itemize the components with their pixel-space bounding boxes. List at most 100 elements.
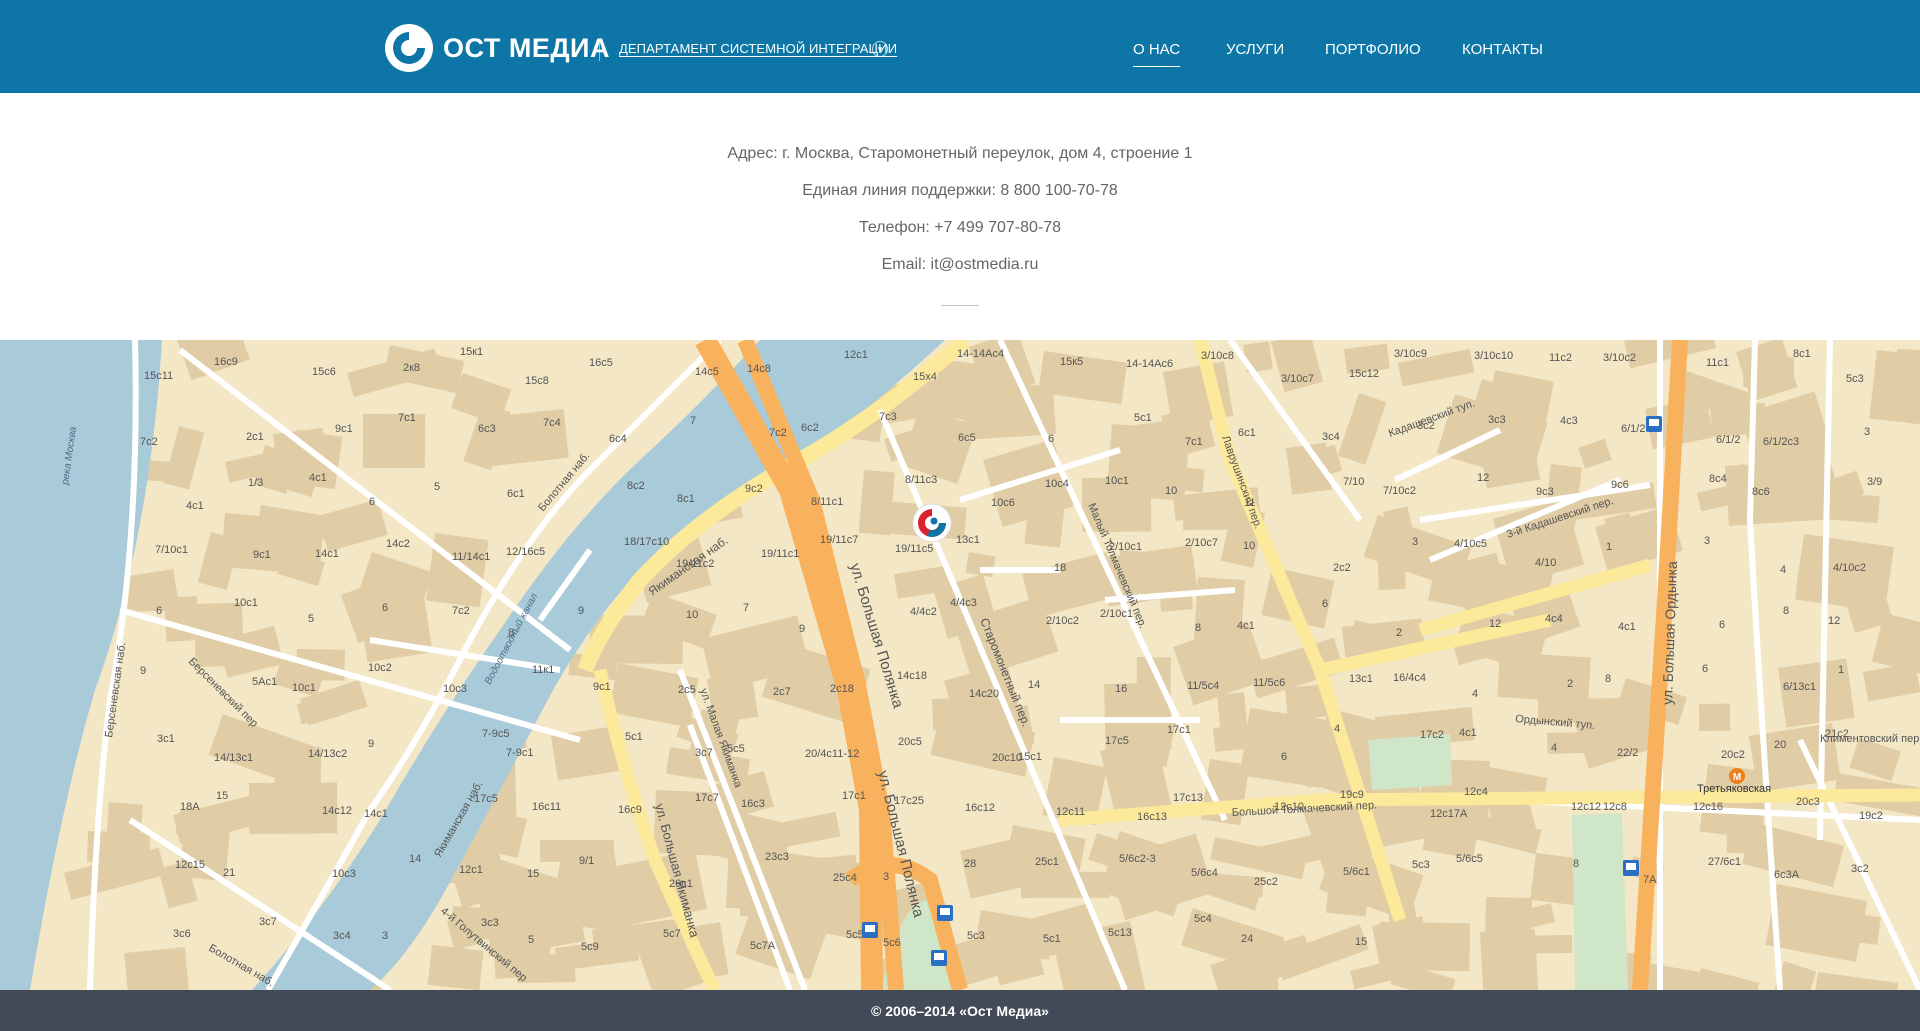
house-number-label: 2/10с2 <box>1046 615 1079 627</box>
house-number-label: 3с2 <box>1851 863 1869 875</box>
house-number-label: 24 <box>1241 933 1253 945</box>
house-number-label: 2с18 <box>830 683 854 695</box>
house-number-label: 8с2 <box>627 480 645 492</box>
house-number-label: 5/6с1 <box>1343 866 1370 878</box>
house-number-label: 17с1 <box>842 790 866 802</box>
house-number-label: 19/11с2 <box>676 558 714 570</box>
building <box>427 945 484 990</box>
house-number-label: 10с1 <box>1105 475 1129 487</box>
house-number-label: 17с25 <box>894 795 924 807</box>
house-number-label: 4/4с3 <box>950 597 977 609</box>
nav-item-services[interactable]: УСЛУГИ <box>1226 41 1284 58</box>
building <box>124 947 191 990</box>
office-location-marker-icon[interactable] <box>912 503 952 543</box>
house-number-label: 3 <box>1864 426 1870 438</box>
nav-item-contacts[interactable]: КОНТАКТЫ <box>1462 41 1543 58</box>
house-number-label: 3с1 <box>157 733 175 745</box>
house-number-label: 5с1 <box>1043 933 1061 945</box>
house-number-label: 5с9 <box>581 941 599 953</box>
house-number-label: 12с11 <box>1056 806 1085 818</box>
house-number-label: 11к1 <box>532 664 554 676</box>
metro-icon[interactable]: M <box>1729 768 1745 784</box>
house-number-label: 16 <box>1115 683 1127 695</box>
chevron-down-icon[interactable]: ▾ <box>872 41 888 57</box>
house-number-label: 4 <box>1334 723 1340 735</box>
house-number-label: 19с9 <box>1340 789 1364 801</box>
house-number-label: 3с7 <box>695 747 713 759</box>
house-number-label: 7-9с5 <box>482 728 510 740</box>
site-footer: © 2006–2014 «Ост Медиа» <box>0 990 1920 1031</box>
house-number-label: 14-14Ас6 <box>1126 358 1173 370</box>
location-map[interactable]: ул. Большая Полянка ул. Большая Полянка … <box>0 340 1920 990</box>
house-number-label: 12 <box>1489 618 1501 630</box>
house-number-label: 15х4 <box>913 371 937 383</box>
building <box>1485 897 1532 937</box>
house-number-label: 22/2 <box>1617 747 1638 759</box>
house-number-label: 6с2 <box>801 422 819 434</box>
house-number-label: 7-9с1 <box>506 747 534 759</box>
nav-item-about[interactable]: О НАС <box>1133 41 1181 67</box>
header-divider <box>599 39 600 61</box>
house-number-label: 21с2 <box>1825 728 1849 740</box>
house-number-label: 7 <box>743 602 749 614</box>
department-link[interactable]: ДЕПАРТАМЕНТ СИСТЕМНОЙ ИНТЕГРАЦИИ <box>619 41 897 56</box>
house-number-label: 25с4 <box>833 872 857 884</box>
nav-item-portfolio[interactable]: ПОРТФОЛИО <box>1325 41 1421 58</box>
house-number-label: 5Ас1 <box>252 676 277 688</box>
bus-stop-icon[interactable] <box>1646 416 1662 432</box>
house-number-label: 2/10с7 <box>1185 537 1218 549</box>
house-number-label: 6с1 <box>507 488 525 500</box>
house-number-label: 2к8 <box>403 362 420 374</box>
house-number-label: 3с6 <box>173 928 191 940</box>
house-number-label: 14с2 <box>386 538 410 550</box>
park-area <box>1368 734 1452 790</box>
house-number-label: 7/10 <box>1343 476 1364 488</box>
house-number-label: 19/11с1 <box>761 548 799 560</box>
house-number-label: 3 <box>883 871 889 883</box>
house-number-label: 4с1 <box>1237 620 1255 632</box>
house-number-label: 6с3А <box>1774 869 1800 881</box>
bus-stop-icon[interactable] <box>1623 860 1639 876</box>
house-number-label: 18/17с10 <box>624 536 669 548</box>
house-number-label: 12с4 <box>1464 786 1488 798</box>
house-number-label: 9с1 <box>253 549 271 561</box>
house-number-label: 16с12 <box>965 802 995 814</box>
house-number-label: 14с5 <box>695 366 719 378</box>
house-number-label: 10с2 <box>368 662 392 674</box>
house-number-label: 5с5 <box>727 743 745 755</box>
house-number-label: 6 <box>369 496 375 508</box>
house-number-label: 5с6 <box>883 937 901 949</box>
house-number-label: 3с3 <box>1488 414 1506 426</box>
house-number-label: 7с3 <box>879 411 897 423</box>
house-number-label: 20с3 <box>1796 796 1820 808</box>
house-number-label: 7/10с2 <box>1383 485 1416 497</box>
house-number-label: 23с3 <box>765 851 789 863</box>
house-number-label: 14с18 <box>897 670 927 682</box>
house-number-label: 12с12 <box>1571 801 1601 813</box>
house-number-label: 19/11с7 <box>820 534 858 546</box>
bus-stop-icon[interactable] <box>931 950 947 966</box>
house-number-label: 9с3 <box>1536 486 1554 498</box>
company-logo[interactable]: ОСТ МЕДИА <box>384 22 610 74</box>
house-number-label: 15с1 <box>1018 751 1042 763</box>
house-number-label: 20с2 <box>1721 749 1745 761</box>
house-number-label: 17с5 <box>474 793 498 805</box>
house-number-label: 3с4 <box>1322 431 1340 443</box>
house-number-label: 1/3 <box>248 477 263 489</box>
house-number-label: 8 <box>1783 605 1789 617</box>
house-number-label: 8/11с3 <box>905 474 937 486</box>
house-number-label: 5/6с5 <box>1456 853 1483 865</box>
bus-stop-icon[interactable] <box>862 922 878 938</box>
house-number-label: 15к1 <box>460 346 483 358</box>
house-number-label: 10с4 <box>1045 478 1069 490</box>
house-number-label: 14с12 <box>322 805 352 817</box>
house-number-label: 6/1/2 <box>1716 434 1740 446</box>
building <box>1698 703 1731 731</box>
map-canvas[interactable]: ул. Большая Полянка ул. Большая Полянка … <box>0 340 1920 990</box>
house-number-label: 3/10с7 <box>1281 373 1314 385</box>
house-number-label: 11/5с6 <box>1253 677 1285 689</box>
house-number-label: 12с10 <box>1274 801 1304 813</box>
building <box>965 552 996 578</box>
bus-stop-icon[interactable] <box>937 905 953 921</box>
house-number-label: 4/10 <box>1535 557 1556 569</box>
